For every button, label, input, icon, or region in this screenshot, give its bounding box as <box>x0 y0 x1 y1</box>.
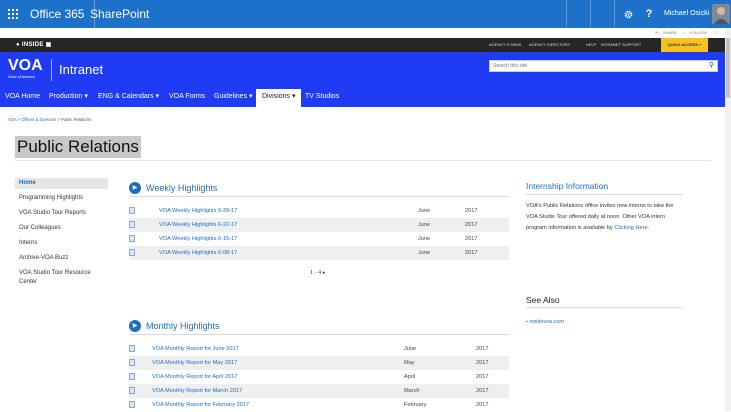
internship-text: VOA's Public Relations office invites ne… <box>526 203 674 231</box>
avatar[interactable] <box>712 4 730 24</box>
nav-item-voa-forms[interactable]: VOA Forms <box>169 89 205 107</box>
user-name[interactable]: Michael Osicki <box>664 0 709 28</box>
suite-bar: Office 365 SharePoint ? Michael Osicki <box>0 0 731 28</box>
chevron-down-icon: ▾ <box>291 93 296 100</box>
nav-item-voa-home[interactable]: VOA Home <box>5 89 40 107</box>
chevron-down-icon: ▾ <box>84 93 88 100</box>
list-item[interactable]: VOA Weekly Highlights 6-22-17 June 2017 <box>129 218 509 232</box>
search-icon[interactable]: ⚲ <box>709 61 714 71</box>
breadcrumb-voa[interactable]: VOA <box>8 117 17 122</box>
inside-logo[interactable]: ● INSIDE ▣ <box>16 38 52 52</box>
nav-item-tv-studios[interactable]: TV Studios <box>305 89 339 107</box>
document-icon <box>129 221 135 228</box>
agency-forms-link[interactable]: AGENCY FORMS <box>489 38 521 52</box>
webpart-icon: ▶ <box>129 182 141 194</box>
list-item[interactable]: VOA Monthly Report for May 2017 May 2017 <box>129 356 509 370</box>
page-actions: ⟳ SHARE ☆ FOLLOW □ <box>0 28 731 38</box>
list-item[interactable]: VOA Weekly Highlights 6-15-17 June 2017 <box>129 232 509 246</box>
breadcrumb-offices[interactable]: Offices & Divisions <box>21 117 56 122</box>
search-box[interactable]: ⚲ <box>489 60 718 72</box>
nav-item-eng-calendars[interactable]: ENG & Calendars ▾ <box>98 89 159 107</box>
left-nav-our-colleagues[interactable]: Our Colleagues <box>19 224 112 233</box>
scrollbar-thumb[interactable] <box>726 38 730 98</box>
voa-logo[interactable]: VOA Voice of America <box>8 57 46 83</box>
search-input[interactable] <box>493 61 698 71</box>
document-icon <box>129 401 135 408</box>
left-nav-studio-tour-resource[interactable]: VOA Studio Tour Resource Center <box>19 269 109 287</box>
intranet-support-link[interactable]: INTRANET SUPPORT <box>601 38 641 52</box>
internship-title[interactable]: Internship Information <box>526 181 608 191</box>
quick-access-button[interactable]: QUICK ACCESS » <box>661 38 708 52</box>
sharepoint-link[interactable]: SharePoint <box>90 0 149 28</box>
document-icon <box>129 249 135 256</box>
share-button[interactable]: SHARE <box>663 28 677 38</box>
clicking-here-link[interactable]: Clicking Here <box>614 225 647 231</box>
chevron-down-icon: ▾ <box>155 93 160 100</box>
left-nav-programming-highlights[interactable]: Programming Highlights <box>19 194 112 203</box>
weekly-highlights-title[interactable]: Weekly Highlights <box>146 182 217 194</box>
site-title[interactable]: Intranet <box>59 62 103 78</box>
next-page-icon[interactable]: ▸ <box>323 270 326 276</box>
document-icon <box>129 387 135 394</box>
document-icon <box>129 345 135 352</box>
inside-bar: ● INSIDE ▣ AGENCY FORMS AGENCY DIRECTORY… <box>0 38 731 52</box>
left-nav-studio-tour-reports[interactable]: VOA Studio Tour Reports <box>19 209 112 218</box>
breadcrumb-current: Public Relations <box>61 117 92 122</box>
see-also-title: See Also <box>526 295 560 305</box>
list-item[interactable]: VOA Weekly Highlights 6-29-17 June 2017 <box>129 204 509 218</box>
waffle-icon[interactable] <box>0 0 26 28</box>
list-item[interactable]: VOA Monthly Report for June 2017 June 20… <box>129 342 509 356</box>
document-icon <box>129 373 135 380</box>
breadcrumb: VOA > Offices & Divisions > Public Relat… <box>8 117 92 122</box>
scrollbar[interactable] <box>725 28 731 411</box>
page-title: Public Relations <box>15 136 141 158</box>
webpart-icon: ▶ <box>129 320 141 332</box>
insidevoa-link[interactable]: • insidevoa.com <box>526 319 564 325</box>
nav-item-divisions[interactable]: Divisions ▾ <box>256 89 302 107</box>
follow-button[interactable]: FOLLOW <box>690 28 707 38</box>
chevron-down-icon: ▾ <box>249 93 253 100</box>
help-link[interactable]: HELP <box>586 38 596 52</box>
help-icon[interactable]: ? <box>640 0 658 28</box>
pager: 1 - 4 ▸ <box>310 270 326 276</box>
document-icon <box>129 359 135 366</box>
left-nav-interns[interactable]: Interns <box>19 239 112 248</box>
document-icon <box>129 235 135 242</box>
agency-directory-link[interactable]: AGENCY DIRECTORY <box>529 38 570 52</box>
left-nav-archive-voa-buzz[interactable]: Archive-VOA Buzz <box>19 254 112 263</box>
star-icon[interactable]: ☆ <box>682 28 686 38</box>
document-icon <box>129 207 135 214</box>
list-item[interactable]: VOA Weekly Highlights 6-08-17 June 2017 <box>129 246 509 260</box>
share-icon[interactable]: ⟳ <box>655 28 658 38</box>
monthly-highlights-title[interactable]: Monthly Highlights <box>146 320 220 332</box>
left-nav-home[interactable]: Home <box>15 178 108 189</box>
nav-item-production[interactable]: Production ▾ <box>49 89 88 107</box>
list-item[interactable]: VOA Monthly Report for February 2017 Feb… <box>129 398 509 411</box>
list-item[interactable]: VOA Monthly Report for March 2017 March … <box>129 384 509 398</box>
gear-icon[interactable] <box>617 0 639 28</box>
office365-link[interactable]: Office 365 <box>30 0 96 28</box>
focus-icon[interactable]: □ <box>715 28 717 38</box>
list-item[interactable]: VOA Monthly Report for April 2017 April … <box>129 370 509 384</box>
nav-item-guidelines[interactable]: Guidelines ▾ <box>214 89 253 107</box>
pager-range: 1 - 4 <box>310 270 322 276</box>
